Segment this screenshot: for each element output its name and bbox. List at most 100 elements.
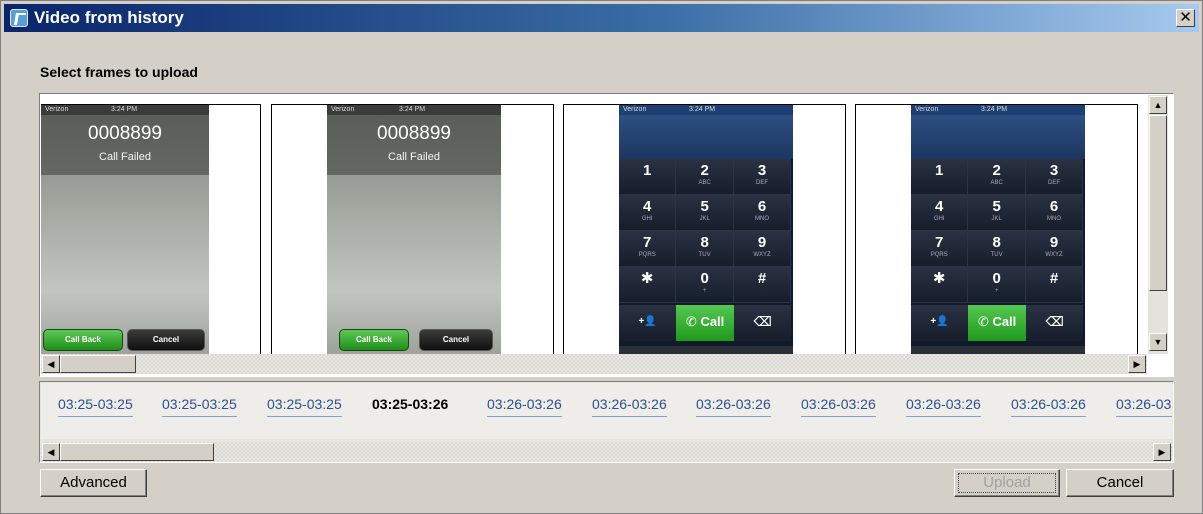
scroll-right-button[interactable]: ▶ [1128, 355, 1146, 373]
time-range-link[interactable]: 03:26-03:26 [906, 396, 981, 417]
dial-key: 1 [911, 159, 969, 195]
section-title: Select frames to upload [40, 64, 198, 80]
dialog-window: Video from history ✕ Select frames to up… [0, 0, 1203, 514]
phone-status-bar: Verizon 3:24 PM [327, 105, 501, 115]
dial-key: 3 DEF [733, 159, 792, 195]
dialer-display [619, 115, 793, 159]
time-ranges-row: 03:25-03:25 03:25-03:25 03:25-03:25 03:2… [41, 383, 1172, 439]
vertical-scroll-thumb[interactable] [1149, 115, 1167, 291]
scroll-down-button[interactable]: ▼ [1149, 333, 1167, 351]
call-status: Call Failed [388, 151, 440, 163]
phone-handset-icon: ✆ [685, 314, 701, 329]
dial-key: 5 JKL [968, 195, 1026, 231]
phone-handset-icon: ✆ [977, 314, 993, 329]
call-status: Call Failed [99, 151, 151, 163]
dial-key: 7 PQRS [911, 231, 969, 267]
dial-key: 6 MNO [733, 195, 792, 231]
time-ranges-panel: 03:25-03:25 03:25-03:25 03:25-03:25 03:2… [39, 381, 1174, 463]
phone-call-button: ✆ Call [968, 305, 1026, 341]
scroll-right-button[interactable]: ▶ [1153, 443, 1171, 461]
phone-dialer-screenshot: Verizon 3:24 PM 1 2 ABC 3 DEF 4 GHI 5 JKL 6M… [911, 105, 1085, 354]
dial-key: 8 TUV [676, 231, 734, 267]
phone-tab-bar [619, 346, 793, 354]
frame-thumbnail[interactable]: Verizon 3:24 PM 1 2 ABC 3 DEF 4 GHI 5 JKL 6M… [855, 104, 1138, 354]
focus-rectangle [958, 473, 1056, 493]
horizontal-scroll-thumb[interactable] [60, 355, 136, 373]
phone-cancel-button: Cancel [419, 329, 493, 351]
dial-key: 6 MNO [1025, 195, 1084, 231]
dial-key: # [1025, 267, 1084, 303]
clock-label: 3:24 PM [981, 106, 1008, 113]
dial-key: # [733, 267, 792, 303]
times-horizontal-scrollbar[interactable]: ◀ ▶ [41, 442, 1172, 462]
frames-panel: Verizon 3:24 PM 0008899 Call Failed Call… [39, 93, 1174, 377]
horizontal-scroll-thumb[interactable] [60, 443, 214, 461]
cancel-button[interactable]: Cancel [1066, 469, 1174, 497]
dial-key: 0 + [676, 267, 734, 303]
dialed-number: 0008899 [377, 123, 451, 144]
frames-horizontal-scrollbar[interactable]: ◀ ▶ [41, 354, 1147, 374]
scroll-left-button[interactable]: ◀ [42, 443, 60, 461]
time-range-link[interactable]: 03:26-03:26 [1011, 396, 1086, 417]
clock-label: 3:24 PM [111, 106, 138, 113]
window-title: Video from history [34, 8, 184, 27]
phone-dialer-screenshot: Verizon 3:24 PM 1 2 ABC 3 DEF 4 GHI 5 JKL 6M… [619, 105, 793, 354]
frame-thumbnail[interactable]: Verizon 3:24 PM 0008899 Call Failed Call… [41, 104, 261, 354]
time-range-link[interactable]: 03:26-03:26 [592, 396, 667, 417]
call-back-button: Call Back [43, 329, 123, 351]
dial-key: 8 TUV [968, 231, 1026, 267]
time-range-link[interactable]: 03:26-03:26 [487, 396, 562, 417]
upload-button[interactable]: Upload [954, 469, 1060, 497]
phone-status-bar: Verizon 3:24 PM [41, 105, 209, 115]
phone-cancel-button: Cancel [127, 329, 205, 351]
dial-key: 3 DEF [1025, 159, 1084, 195]
dial-key: 2 ABC [676, 159, 734, 195]
time-range-link[interactable]: 03:25-03:25 [162, 396, 237, 417]
carrier-label: Verizon [45, 106, 69, 113]
phone-call-button: ✆ Call [676, 305, 734, 341]
dial-key: 0 + [968, 267, 1026, 303]
phone-tab-bar [911, 346, 1085, 354]
dial-key: 1 [619, 159, 677, 195]
backspace-icon: ⌫ [733, 305, 792, 341]
scroll-left-button[interactable]: ◀ [42, 355, 60, 373]
clock-label: 3:24 PM [689, 106, 716, 113]
time-range-link[interactable]: 03:25-03:25 [267, 396, 342, 417]
carrier-label: Verizon [331, 106, 355, 113]
call-back-button: Call Back [339, 329, 409, 351]
dialer-display [911, 115, 1085, 159]
time-range-link[interactable]: 03:25-03:25 [58, 396, 133, 417]
time-range-link[interactable]: 03:26-03:26 [1116, 396, 1172, 417]
app-icon [10, 9, 28, 27]
phone-status-bar: Verizon 3:24 PM [619, 105, 793, 115]
time-range-link[interactable]: 03:26-03:26 [696, 396, 771, 417]
scroll-up-button[interactable]: ▲ [1149, 96, 1167, 114]
time-range-link-selected[interactable]: 03:25-03:26 [372, 396, 448, 416]
close-button[interactable]: ✕ [1176, 9, 1195, 27]
backspace-icon: ⌫ [1025, 305, 1084, 341]
title-bar[interactable]: Video from history ✕ [4, 4, 1199, 32]
dial-key: 5 JKL [676, 195, 734, 231]
phone-status-bar: Verizon 3:24 PM [911, 105, 1085, 115]
phone-screenshot: Verizon 3:24 PM 0008899 Call Failed Call… [327, 105, 501, 354]
dialed-number: 0008899 [88, 123, 162, 144]
dial-key: 4 GHI [619, 195, 677, 231]
carrier-label: Verizon [623, 106, 647, 113]
dial-key: ✱ [911, 267, 969, 303]
advanced-button[interactable]: Advanced [40, 469, 147, 497]
dial-key: 9 WXYZ [1025, 231, 1084, 267]
time-range-link[interactable]: 03:26-03:26 [801, 396, 876, 417]
frames-strip: Verizon 3:24 PM 0008899 Call Failed Call… [41, 95, 1147, 354]
carrier-label: Verizon [915, 106, 939, 113]
dial-key: 2 ABC [968, 159, 1026, 195]
dial-key: 4 GHI [911, 195, 969, 231]
phone-screenshot: Verizon 3:24 PM 0008899 Call Failed Call… [41, 105, 209, 354]
frames-vertical-scrollbar[interactable]: ▲ ▼ [1148, 95, 1168, 354]
dial-key: 9 WXYZ [733, 231, 792, 267]
dial-key: 7 PQRS [619, 231, 677, 267]
frame-thumbnail[interactable]: Verizon 3:24 PM 1 2 ABC 3 DEF 4 GHI 5 JKL 6M… [563, 104, 846, 354]
add-contact-icon: +👤 [911, 305, 969, 341]
add-contact-icon: +👤 [619, 305, 677, 341]
frame-thumbnail[interactable]: Verizon 3:24 PM 0008899 Call Failed Call… [271, 104, 554, 354]
dial-key: ✱ [619, 267, 677, 303]
